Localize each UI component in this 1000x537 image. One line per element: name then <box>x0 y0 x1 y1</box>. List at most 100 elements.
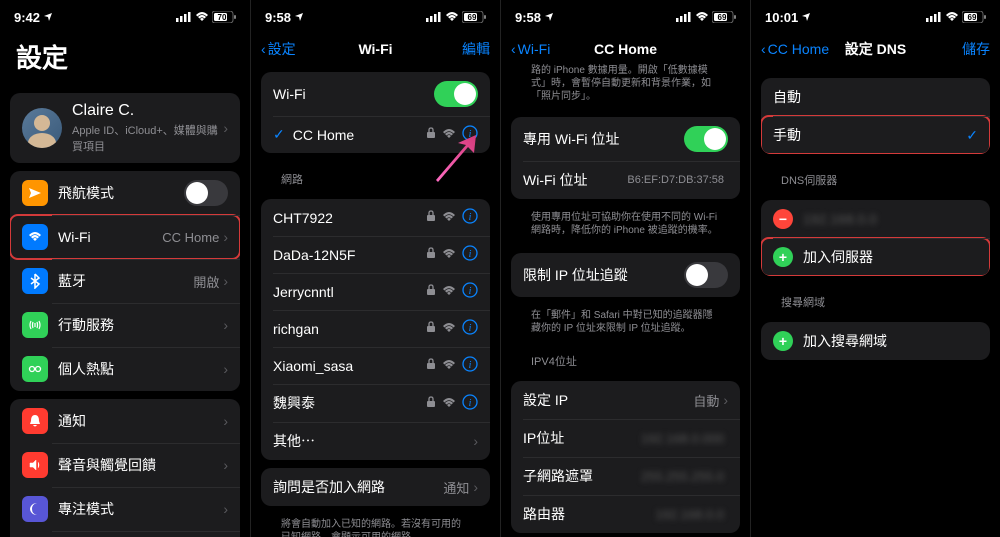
check-icon: ✓ <box>966 127 978 144</box>
info-icon[interactable]: i <box>462 319 478 338</box>
notifications-row[interactable]: 通知 › <box>10 399 240 443</box>
cellular-row[interactable]: 行動服務 › <box>10 303 240 347</box>
focus-row[interactable]: 專注模式 › <box>10 487 240 531</box>
edit-button[interactable]: 編輯 <box>462 39 490 59</box>
time: 9:58 <box>515 10 541 25</box>
screentime-row[interactable]: 螢幕使用時間 › <box>10 531 240 537</box>
wifi-addr-row: Wi-Fi 位址 B6:EF:D7:DB:37:58 <box>511 161 740 199</box>
chevron-left-icon: ‹ <box>761 41 766 57</box>
time: 9:58 <box>265 10 291 25</box>
svg-text:i: i <box>469 286 472 297</box>
save-button[interactable]: 儲存 <box>962 39 990 59</box>
back-button[interactable]: ‹Wi-Fi <box>511 41 550 57</box>
chevron-icon: › <box>223 317 228 333</box>
chevron-icon: › <box>223 501 228 517</box>
remove-icon[interactable]: − <box>773 209 793 229</box>
signal-icon <box>426 12 442 22</box>
svg-text:i: i <box>469 212 472 223</box>
chevron-icon: › <box>473 433 478 449</box>
wifi-icon <box>445 12 459 22</box>
chevron-left-icon: ‹ <box>511 41 516 57</box>
add-icon[interactable]: + <box>773 331 793 351</box>
svg-text:69: 69 <box>718 13 727 22</box>
ask-join-row[interactable]: 詢問是否加入網路 通知 › <box>261 468 490 506</box>
profile-sub: Apple ID、iCloud+、媒體與購買項目 <box>72 122 223 154</box>
wifi-toggle[interactable] <box>434 81 478 107</box>
location-icon <box>544 12 554 22</box>
info-icon[interactable]: i <box>462 282 478 301</box>
limit-ip-row[interactable]: 限制 IP 位址追蹤 <box>511 253 740 297</box>
network-row[interactable]: richgani <box>261 310 490 347</box>
add-domain-row[interactable]: + 加入搜尋網域 <box>761 322 990 360</box>
network-row[interactable]: Jerrycnntli <box>261 273 490 310</box>
airplane-icon <box>22 180 48 206</box>
network-row[interactable]: CHT7922i <box>261 199 490 236</box>
wifi-toggle-row[interactable]: Wi-Fi <box>261 72 490 116</box>
wifi-icon <box>695 12 709 22</box>
lock-icon <box>426 247 436 262</box>
arrow-callout <box>426 130 486 193</box>
chevron-left-icon: ‹ <box>261 41 266 57</box>
configure-ip-row[interactable]: 設定 IP 自動 › <box>511 381 740 419</box>
svg-text:69: 69 <box>968 13 977 22</box>
time: 10:01 <box>765 10 798 25</box>
signal-icon <box>176 12 192 22</box>
lock-icon <box>426 396 436 411</box>
back-button[interactable]: ‹設定 <box>261 39 296 59</box>
wifi-row[interactable]: Wi-Fi CC Home › <box>10 215 240 259</box>
add-server-row[interactable]: + 加入伺服器 <box>761 238 990 276</box>
moon-icon <box>22 496 48 522</box>
lock-icon <box>426 284 436 299</box>
add-icon[interactable]: + <box>773 247 793 267</box>
svg-text:i: i <box>469 398 472 409</box>
info-icon[interactable]: i <box>462 245 478 264</box>
battery-icon: 69 <box>962 11 986 23</box>
info-icon[interactable]: i <box>462 208 478 227</box>
chevron-icon: › <box>223 120 228 136</box>
sound-row[interactable]: 聲音與觸覺回饋 › <box>10 443 240 487</box>
back-button[interactable]: ‹CC Home <box>761 41 829 57</box>
dns-server-row[interactable]: − 192.168.0.0 <box>761 200 990 238</box>
private-addr-row[interactable]: 專用 Wi-Fi 位址 <box>511 117 740 161</box>
cellular-icon <box>22 312 48 338</box>
wifi-icon <box>22 224 48 250</box>
page-title: 設定 <box>0 34 250 85</box>
hotspot-row[interactable]: 個人熱點 › <box>10 347 240 391</box>
page-title: CC Home <box>594 41 657 57</box>
router-row: 路由器 192.168.0.0 <box>511 495 740 533</box>
manual-row[interactable]: 手動 ✓ <box>761 116 990 154</box>
bluetooth-icon <box>22 268 48 294</box>
bluetooth-row[interactable]: 藍牙 開啟 › <box>10 259 240 303</box>
chevron-icon: › <box>473 479 478 495</box>
limit-ip-toggle[interactable] <box>684 262 728 288</box>
avatar <box>22 108 62 148</box>
wifi-icon <box>945 12 959 22</box>
location-icon <box>43 12 53 22</box>
hotspot-icon <box>22 356 48 382</box>
profile-row[interactable]: Claire C. Apple ID、iCloud+、媒體與購買項目 › <box>10 93 240 163</box>
svg-text:i: i <box>469 360 472 371</box>
wifi-icon <box>442 396 456 411</box>
info-icon[interactable]: i <box>462 394 478 413</box>
wifi-icon <box>442 284 456 299</box>
location-icon <box>294 12 304 22</box>
network-row[interactable]: 其他⋯› <box>261 422 490 460</box>
chevron-icon: › <box>223 413 228 429</box>
airplane-toggle[interactable] <box>184 180 228 206</box>
page-title: Wi-Fi <box>358 41 392 57</box>
profile-name: Claire C. <box>72 102 223 120</box>
bell-icon <box>22 408 48 434</box>
airplane-row[interactable]: 飛航模式 <box>10 171 240 215</box>
svg-text:i: i <box>469 249 472 260</box>
chevron-icon: › <box>223 361 228 377</box>
wifi-icon <box>442 358 456 373</box>
private-addr-toggle[interactable] <box>684 126 728 152</box>
network-row[interactable]: DaDa-12N5Fi <box>261 236 490 273</box>
chevron-icon: › <box>223 273 228 289</box>
info-icon[interactable]: i <box>462 356 478 375</box>
network-row[interactable]: Xiaomi_sasai <box>261 347 490 384</box>
svg-text:70: 70 <box>218 13 227 22</box>
network-row[interactable]: 魏興泰i <box>261 384 490 422</box>
svg-text:i: i <box>469 323 472 334</box>
auto-row[interactable]: 自動 <box>761 78 990 116</box>
